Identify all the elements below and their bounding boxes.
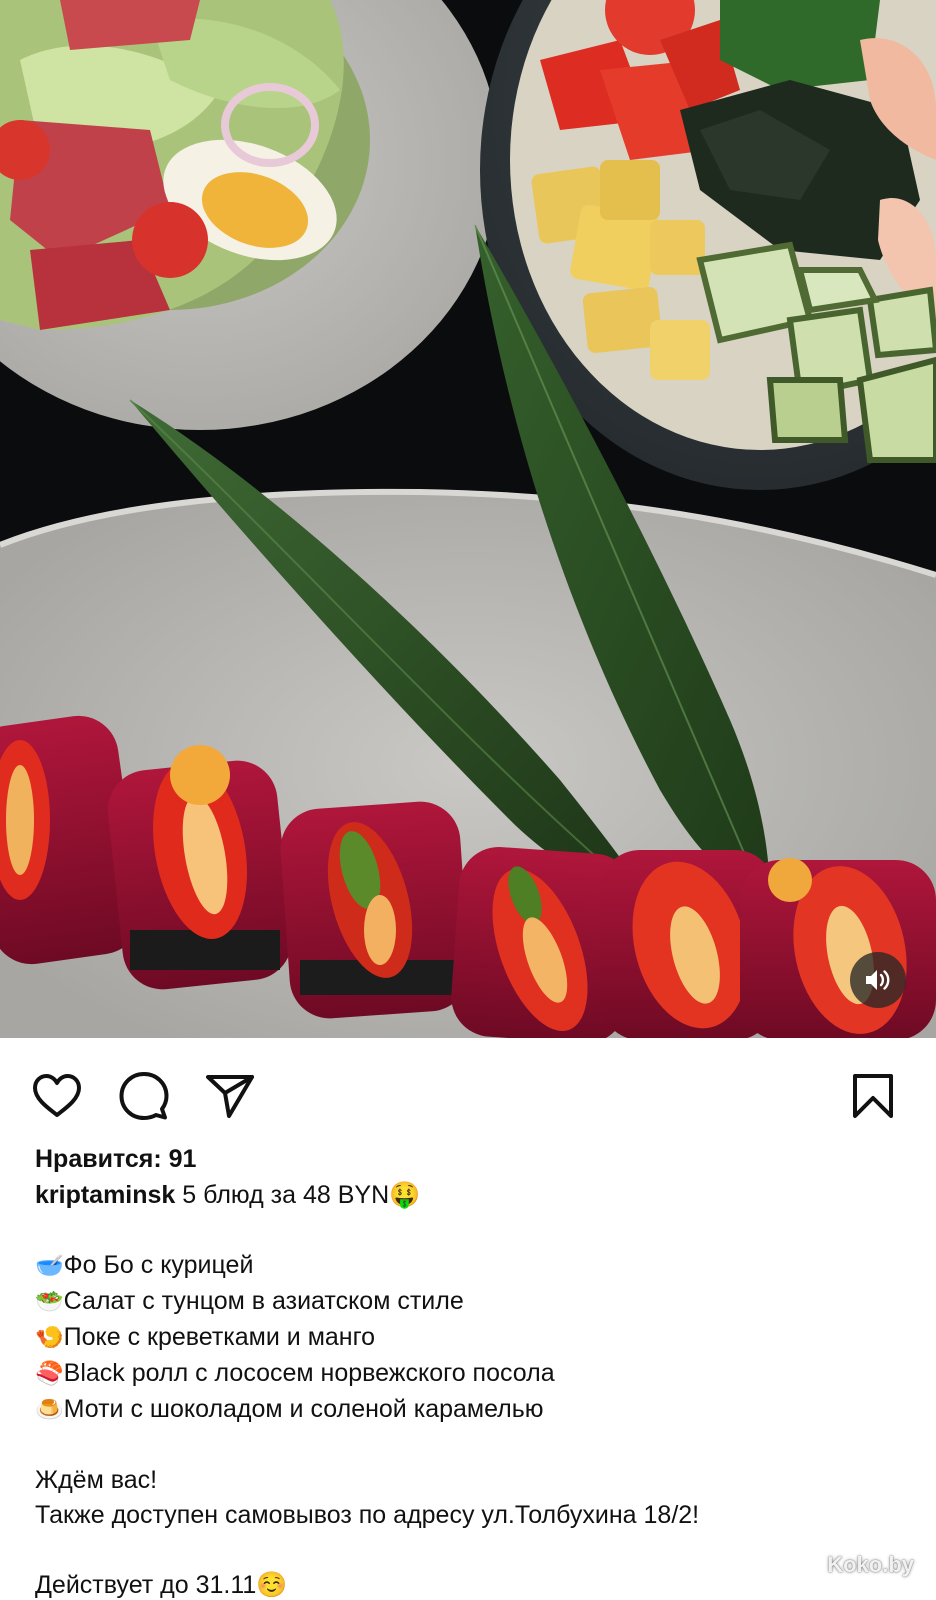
menu-item: 🍤Поке с креветками и манго — [35, 1320, 915, 1356]
comment-icon — [119, 1072, 169, 1120]
caption-headline-line: kriptaminsk 5 блюд за 48 BYN🤑 — [35, 1178, 915, 1213]
validity-line: Действует до 31.11☺️ — [35, 1571, 288, 1599]
menu-item: 🥣Фо Бо с курицей — [35, 1248, 915, 1284]
share-icon — [206, 1075, 254, 1118]
menu-item-text: Фо Бо с курицей — [63, 1251, 254, 1279]
closing-line: Ждём вас! — [35, 1466, 158, 1494]
food-photo — [0, 0, 936, 1038]
pudding-emoji-icon: 🍮 — [35, 1397, 64, 1423]
username-link[interactable]: kriptaminsk — [35, 1181, 175, 1209]
speaker-volume-icon — [866, 970, 890, 990]
shrimp-emoji-icon: 🍤 — [35, 1325, 64, 1351]
watermark: Koko.by — [827, 1552, 914, 1577]
menu-item-text: Моти с шоколадом и соленой карамелью — [63, 1395, 544, 1423]
bookmark-icon — [853, 1074, 893, 1118]
post-caption: Нравится: 91 kriptaminsk 5 блюд за 48 BY… — [35, 1140, 915, 1600]
save-button[interactable] — [845, 1068, 901, 1124]
post-media[interactable] — [0, 0, 936, 1038]
like-button[interactable] — [29, 1068, 85, 1124]
share-button[interactable] — [202, 1068, 258, 1124]
salad-emoji-icon: 🥗 — [35, 1289, 64, 1315]
menu-item-text: Black ролл с лососем норвежского посола — [63, 1359, 555, 1387]
heart-icon — [33, 1074, 81, 1117]
menu-item-text: Поке с креветками и манго — [63, 1323, 376, 1351]
caption-headline: 5 блюд за 48 BYN🤑 — [182, 1181, 421, 1209]
menu-item: 🍮Моти с шоколадом и соленой карамелью — [35, 1392, 915, 1428]
menu-item-text: Салат с тунцом в азиатском стиле — [63, 1287, 464, 1315]
pickup-address-line: Также доступен самовывоз по адресу ул.То… — [35, 1501, 700, 1529]
sushi-emoji-icon: 🍣 — [35, 1361, 64, 1387]
menu-item: 🥗Салат с тунцом в азиатском стиле — [35, 1284, 915, 1320]
sound-toggle-button[interactable] — [850, 952, 906, 1008]
menu-item: 🍣Black ролл с лососем норвежского посола — [35, 1356, 915, 1392]
bowl-emoji-icon: 🥣 — [35, 1253, 64, 1279]
post-action-bar — [0, 1038, 936, 1148]
comment-button[interactable] — [116, 1068, 172, 1124]
likes-count[interactable]: Нравится: 91 — [35, 1140, 915, 1178]
